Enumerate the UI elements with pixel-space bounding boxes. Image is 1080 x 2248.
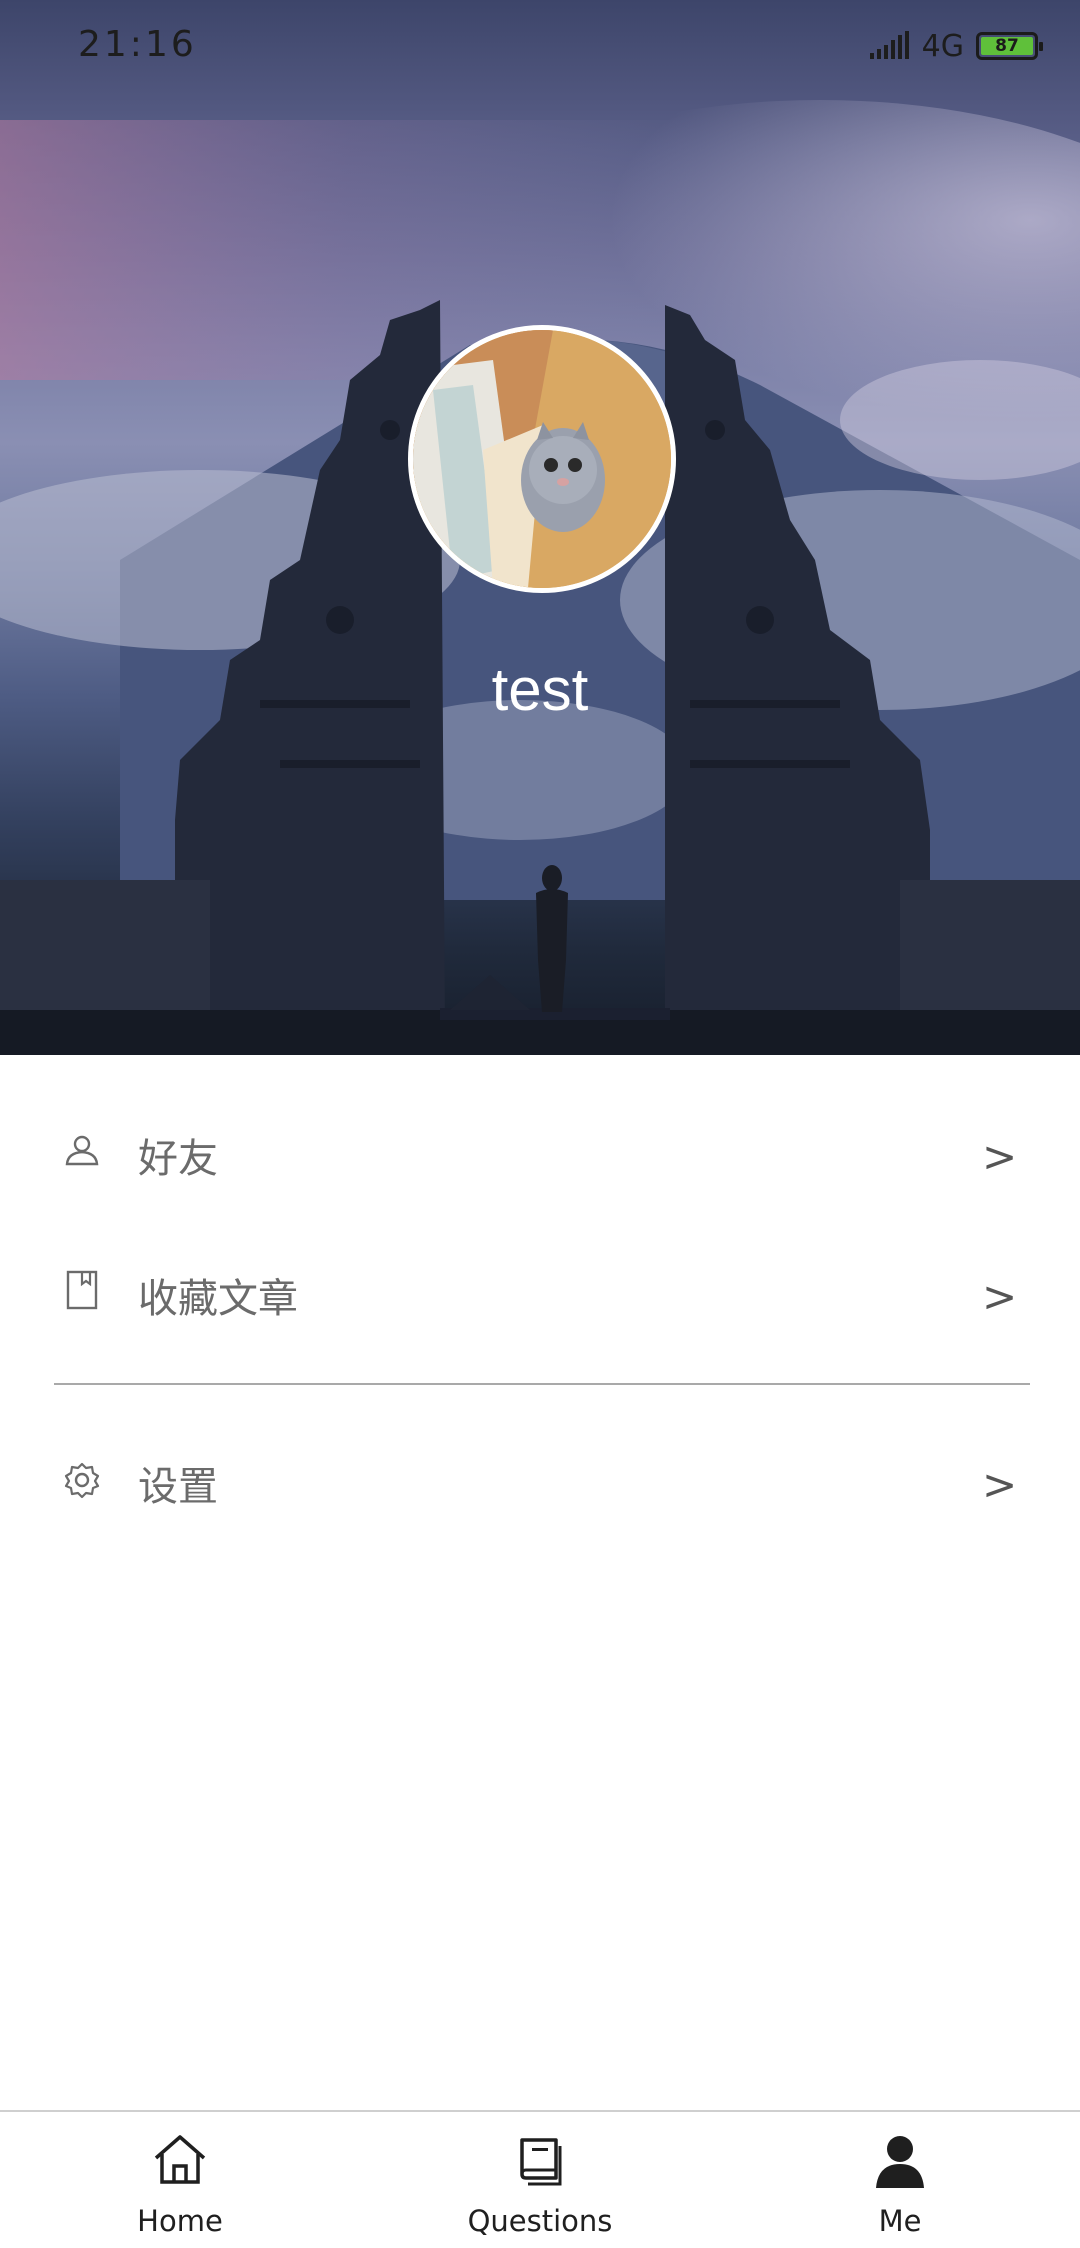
bottom-tab-bar: Home Questions Me (0, 2110, 1080, 2248)
tab-label: Me (878, 2204, 922, 2238)
person-icon (876, 2136, 924, 2188)
gear-icon (64, 1462, 100, 1499)
menu-item-settings[interactable]: 设置 > (0, 1428, 1080, 1548)
tab-label: Questions (467, 2204, 613, 2238)
tab-home[interactable]: Home (90, 2112, 270, 2248)
profile-screen: 21:16 4G 87 test 好友 > 收藏文章 > 设置 > Home Q… (0, 0, 1080, 2248)
status-bar: 21:16 4G 87 (0, 0, 1080, 92)
status-time: 21:16 (78, 24, 197, 65)
profile-header-background: 21:16 4G 87 test (0, 0, 1080, 1055)
menu-item-label: 设置 (138, 1464, 218, 1510)
username: test (491, 656, 589, 723)
menu-divider (54, 1383, 1030, 1385)
menu-item-label: 好友 (138, 1136, 218, 1182)
tab-label: Home (137, 2204, 223, 2238)
menu-item-saved-articles[interactable]: 收藏文章 > (0, 1240, 1080, 1360)
menu-item-label: 收藏文章 (138, 1276, 298, 1322)
tab-questions[interactable]: Questions (450, 2112, 630, 2248)
avatar[interactable] (408, 325, 676, 593)
chevron-right-icon: > (982, 1460, 1018, 1509)
chevron-right-icon: > (982, 1132, 1018, 1181)
bookmark-icon (66, 1270, 98, 1310)
signal-icon (869, 31, 909, 59)
network-type: 4G (921, 28, 964, 64)
home-icon (154, 2135, 206, 2184)
menu-item-friends[interactable]: 好友 > (0, 1100, 1080, 1220)
book-icon (520, 2138, 562, 2186)
battery-icon: 87 (976, 32, 1043, 60)
battery-level: 87 (981, 37, 1033, 55)
cat-photo-avatar (413, 330, 671, 588)
status-indicators: 4G 87 (869, 26, 1043, 66)
user-icon (65, 1135, 99, 1166)
tab-me[interactable]: Me (810, 2112, 990, 2248)
chevron-right-icon: > (982, 1272, 1018, 1321)
